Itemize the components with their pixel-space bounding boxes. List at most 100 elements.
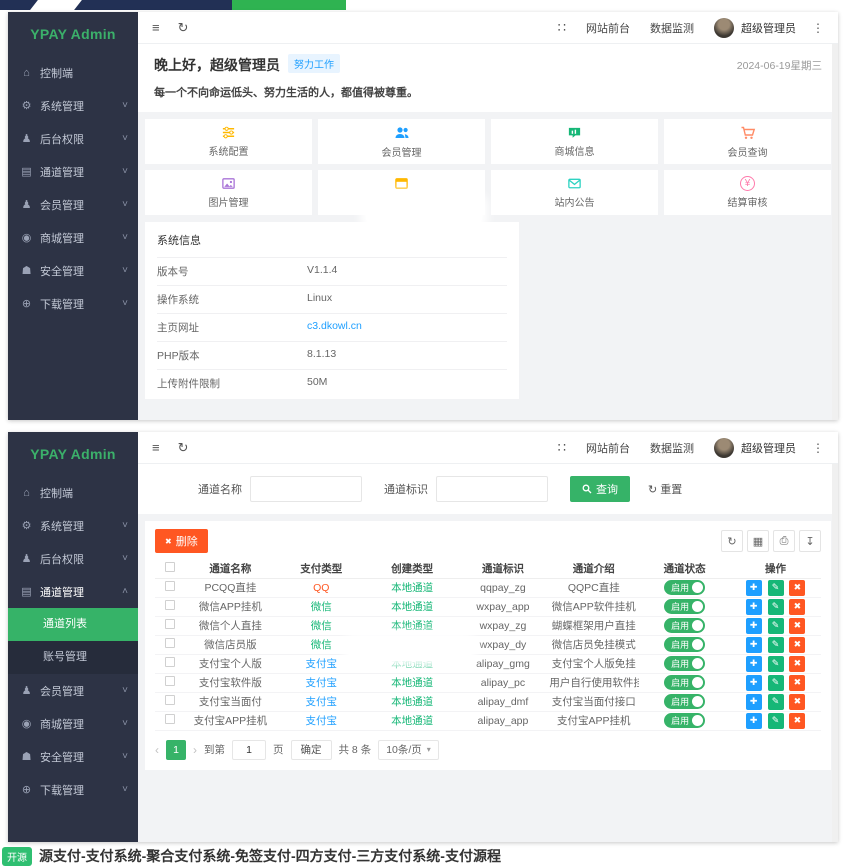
- username[interactable]: 超级管理员: [741, 440, 796, 456]
- delete-row-button[interactable]: ✖: [789, 637, 805, 653]
- data-monitor-link[interactable]: 数据监测: [650, 20, 694, 36]
- sidebar-item-console[interactable]: ⌂ 控制端: [8, 56, 138, 89]
- edit-button[interactable]: ✎: [768, 675, 784, 691]
- sidebar-item-members[interactable]: ♟ 会员管理 ˅: [8, 674, 138, 707]
- sidebar-item-download[interactable]: ⊕ 下载管理 ˅: [8, 773, 138, 806]
- scrollbar[interactable]: [832, 44, 838, 420]
- edit-button[interactable]: ✎: [768, 713, 784, 729]
- status-toggle[interactable]: 启用: [664, 580, 705, 595]
- config-button[interactable]: ✚: [746, 618, 762, 634]
- reset-button[interactable]: ↻ 重置: [642, 480, 688, 498]
- shortcut-member-manage[interactable]: 会员管理: [318, 119, 485, 164]
- config-button[interactable]: ✚: [746, 694, 762, 710]
- more-icon[interactable]: ⋮: [812, 21, 824, 35]
- sidebar-item-permissions[interactable]: ♟ 后台权限 ˅: [8, 122, 138, 155]
- shortcut-mall-info[interactable]: 商城信息: [491, 119, 658, 164]
- page-jump-input[interactable]: [232, 740, 266, 760]
- front-site-link[interactable]: 网站前台: [586, 440, 630, 456]
- row-checkbox[interactable]: [165, 638, 175, 648]
- sidebar-item-system[interactable]: ⚙ 系统管理 ˅: [8, 89, 138, 122]
- status-toggle[interactable]: 启用: [664, 713, 705, 728]
- page-number[interactable]: 1: [166, 740, 186, 760]
- row-checkbox[interactable]: [165, 714, 175, 724]
- delete-row-button[interactable]: ✖: [789, 713, 805, 729]
- refresh-icon[interactable]: ↻: [178, 440, 189, 456]
- fullscreen-icon[interactable]: ∷: [558, 440, 566, 456]
- config-button[interactable]: ✚: [746, 599, 762, 615]
- shortcut-member-query[interactable]: 会员查询: [664, 119, 831, 164]
- data-monitor-link[interactable]: 数据监测: [650, 440, 694, 456]
- sidebar-item-security[interactable]: ☗ 安全管理 ˅: [8, 254, 138, 287]
- shortcut-image-manage[interactable]: 图片管理: [145, 170, 312, 215]
- status-toggle[interactable]: 启用: [664, 694, 705, 709]
- config-button[interactable]: ✚: [746, 580, 762, 596]
- delete-button[interactable]: ✖ 删除: [155, 529, 208, 553]
- status-toggle[interactable]: 启用: [664, 675, 705, 690]
- fullscreen-icon[interactable]: ∷: [558, 20, 566, 36]
- delete-row-button[interactable]: ✖: [789, 694, 805, 710]
- config-button[interactable]: ✚: [746, 656, 762, 672]
- sidebar-item-permissions[interactable]: ♟ 后台权限 ˅: [8, 542, 138, 575]
- row-checkbox[interactable]: [165, 581, 175, 591]
- sidebar-item-system[interactable]: ⚙ 系统管理 ˅: [8, 509, 138, 542]
- submenu-item-account-manage[interactable]: 账号管理: [8, 641, 138, 674]
- row-checkbox[interactable]: [165, 657, 175, 667]
- status-toggle[interactable]: 启用: [664, 599, 705, 614]
- refresh-icon[interactable]: ↻: [178, 20, 189, 36]
- shortcut-settlement-review[interactable]: ¥ 结算审核: [664, 170, 831, 215]
- edit-button[interactable]: ✎: [768, 694, 784, 710]
- sidebar-item-channels[interactable]: ▤ 通道管理 ˄: [8, 575, 138, 608]
- search-button[interactable]: 查询: [570, 476, 630, 502]
- channel-code-input[interactable]: [436, 476, 548, 502]
- export-icon[interactable]: ↧: [799, 530, 821, 552]
- username[interactable]: 超级管理员: [741, 20, 796, 36]
- prev-page-icon[interactable]: ‹: [155, 743, 159, 757]
- scrollbar[interactable]: [832, 464, 838, 842]
- sidebar-item-mall[interactable]: ◉ 商城管理 ˅: [8, 707, 138, 740]
- config-button[interactable]: ✚: [746, 713, 762, 729]
- per-page-select[interactable]: 10条/页 ▾: [378, 740, 439, 760]
- avatar[interactable]: [714, 18, 734, 38]
- sidebar-item-members[interactable]: ♟ 会员管理 ˅: [8, 188, 138, 221]
- delete-row-button[interactable]: ✖: [789, 656, 805, 672]
- edit-button[interactable]: ✎: [768, 618, 784, 634]
- config-button[interactable]: ✚: [746, 675, 762, 691]
- next-page-icon[interactable]: ›: [193, 743, 197, 757]
- confirm-page-button[interactable]: 确定: [291, 740, 332, 760]
- collapse-menu-icon[interactable]: ≡: [152, 440, 160, 455]
- edit-button[interactable]: ✎: [768, 656, 784, 672]
- sidebar-item-mall[interactable]: ◉ 商城管理 ˅: [8, 221, 138, 254]
- columns-grid-icon[interactable]: ▦: [747, 530, 769, 552]
- column-header: 通道标识: [458, 560, 549, 578]
- edit-button[interactable]: ✎: [768, 599, 784, 615]
- avatar[interactable]: [714, 438, 734, 458]
- edit-button[interactable]: ✎: [768, 580, 784, 596]
- print-icon[interactable]: ⎙: [773, 530, 795, 552]
- sidebar-item-security[interactable]: ☗ 安全管理 ˅: [8, 740, 138, 773]
- delete-row-button[interactable]: ✖: [789, 675, 805, 691]
- front-site-link[interactable]: 网站前台: [586, 20, 630, 36]
- sidebar-item-download[interactable]: ⊕ 下载管理 ˅: [8, 287, 138, 320]
- row-checkbox[interactable]: [165, 695, 175, 705]
- collapse-menu-icon[interactable]: ≡: [152, 20, 160, 35]
- refresh-table-icon[interactable]: ↻: [721, 530, 743, 552]
- status-toggle[interactable]: 启用: [664, 656, 705, 671]
- sidebar-item-channels[interactable]: ▤ 通道管理 ˅: [8, 155, 138, 188]
- row-checkbox[interactable]: [165, 600, 175, 610]
- shortcut-system-config[interactable]: 系统配置: [145, 119, 312, 164]
- row-checkbox[interactable]: [165, 619, 175, 629]
- sidebar-item-console[interactable]: ⌂ 控制端: [8, 476, 138, 509]
- select-all-checkbox[interactable]: [165, 562, 175, 572]
- status-toggle[interactable]: 启用: [664, 637, 705, 652]
- row-checkbox[interactable]: [165, 676, 175, 686]
- more-icon[interactable]: ⋮: [812, 441, 824, 455]
- shortcut-site-announcement[interactable]: 站内公告: [491, 170, 658, 215]
- status-toggle[interactable]: 启用: [664, 618, 705, 633]
- delete-row-button[interactable]: ✖: [789, 599, 805, 615]
- config-button[interactable]: ✚: [746, 637, 762, 653]
- delete-row-button[interactable]: ✖: [789, 580, 805, 596]
- edit-button[interactable]: ✎: [768, 637, 784, 653]
- channel-name-input[interactable]: [250, 476, 362, 502]
- submenu-item-channel-list[interactable]: 通道列表: [8, 608, 138, 641]
- delete-row-button[interactable]: ✖: [789, 618, 805, 634]
